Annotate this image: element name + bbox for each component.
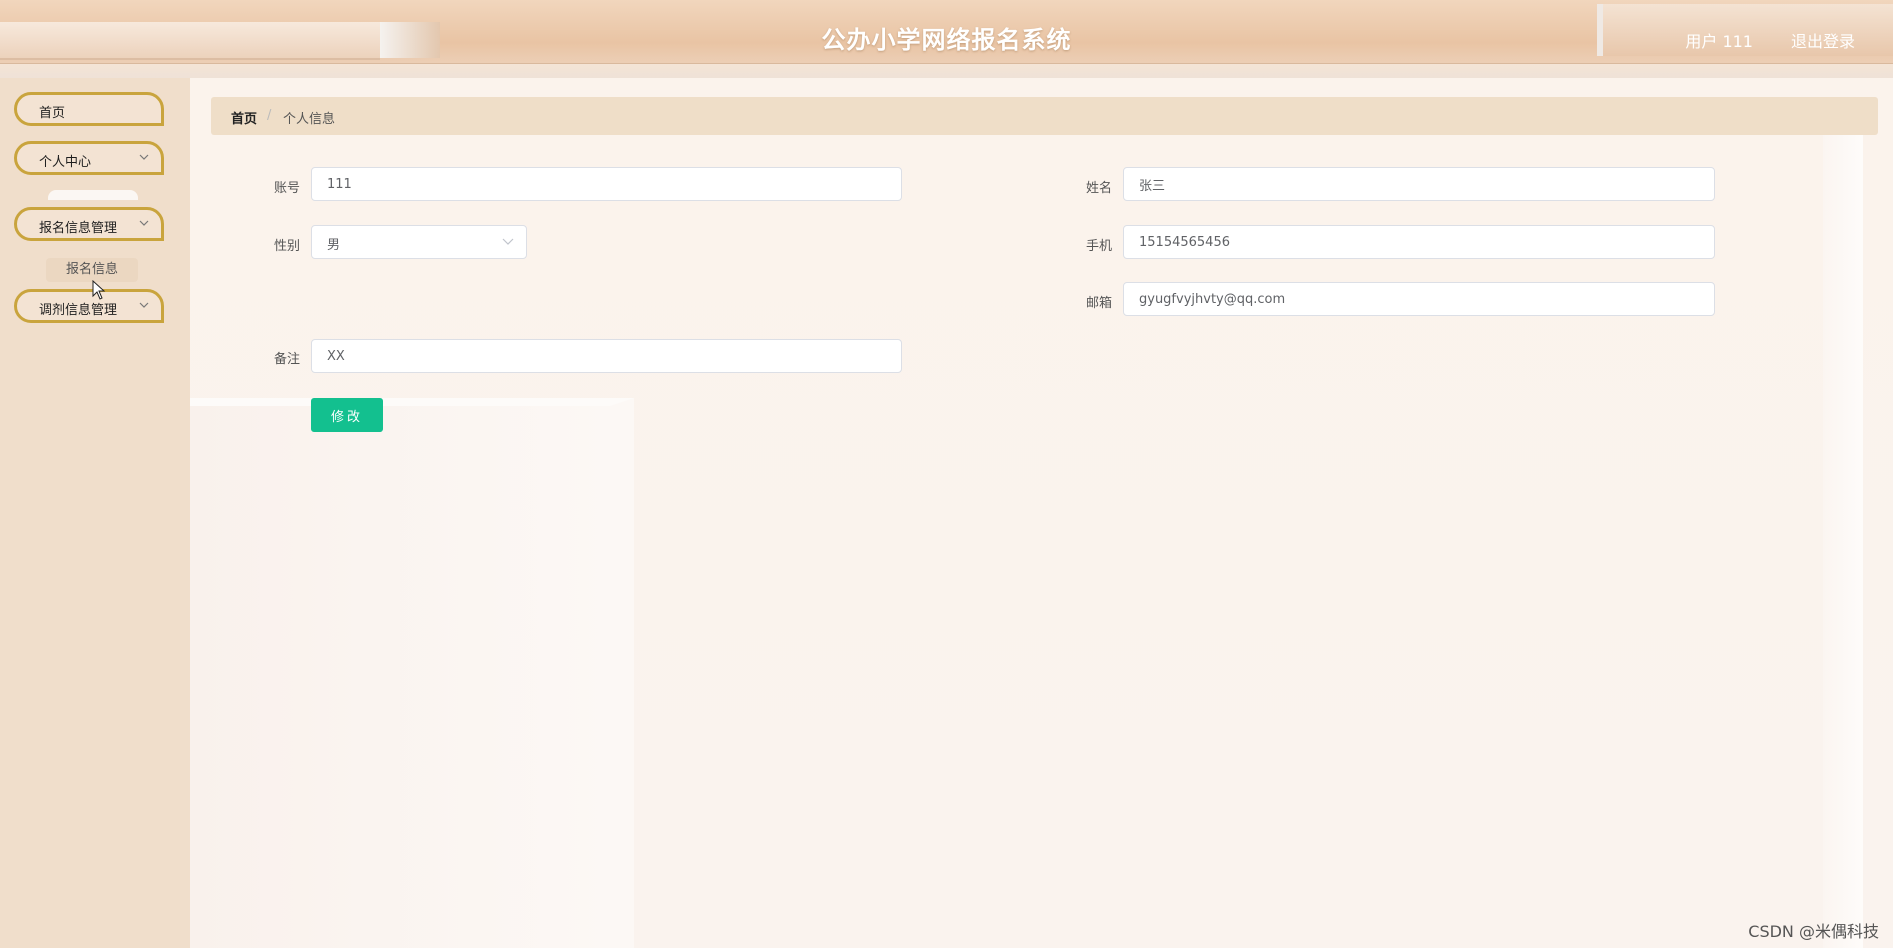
name-label: 姓名 (1085, 181, 1112, 196)
background-decoration (1823, 118, 1863, 948)
remark-label: 备注 (273, 352, 300, 367)
sidebar-item-label: 个人中心 (39, 155, 92, 170)
top-header: 公办小学网络报名系统 用户 111 退出登录 (0, 0, 1893, 78)
sidebar-item-adjustment-management[interactable]: 调剂信息管理 (14, 289, 164, 323)
chevron-down-icon (139, 152, 149, 165)
breadcrumb-separator: / (267, 108, 272, 123)
chevron-down-icon (139, 300, 149, 313)
sidebar-item-registration-management[interactable]: 报名信息管理 (14, 207, 164, 241)
breadcrumb-home[interactable]: 首页 (231, 108, 257, 127)
current-user-label: 用户 111 (1685, 32, 1753, 51)
gender-select-value: 男 (327, 238, 341, 253)
sidebar: 首页 个人中心 报名信息管理 报名信息 调剂信息管理 (0, 78, 190, 948)
modify-button[interactable]: 修改 (311, 398, 383, 432)
header-decoration (0, 63, 1893, 78)
breadcrumb-current: 个人信息 (283, 112, 336, 127)
gender-select[interactable]: 男 (311, 225, 527, 259)
account-input[interactable] (311, 167, 902, 201)
sidebar-item-label: 调剂信息管理 (39, 303, 118, 318)
submenu-indicator (48, 190, 138, 200)
sidebar-item-personal-center[interactable]: 个人中心 (14, 141, 164, 175)
email-input[interactable] (1123, 282, 1715, 316)
sidebar-item-label: 报名信息管理 (39, 221, 118, 236)
sidebar-subitem-registration-info[interactable]: 报名信息 (46, 258, 138, 282)
breadcrumb: 首页 / 个人信息 (211, 97, 1878, 135)
main-content: 首页 / 个人信息 账号 姓名 性别 男 手机 邮箱 备注 修改 (190, 78, 1893, 948)
gender-label: 性别 (273, 239, 300, 254)
phone-label: 手机 (1085, 239, 1112, 254)
mouse-cursor-icon (92, 279, 106, 300)
name-input[interactable] (1123, 167, 1715, 201)
chevron-down-icon (502, 235, 514, 250)
watermark: CSDN @米偶科技 (1748, 922, 1879, 941)
background-decoration (190, 398, 634, 948)
chevron-down-icon (139, 218, 149, 231)
account-label: 账号 (273, 181, 300, 196)
sidebar-item-label: 首页 (39, 106, 66, 121)
remark-input[interactable] (311, 339, 902, 373)
email-label: 邮箱 (1085, 296, 1112, 311)
phone-input[interactable] (1123, 225, 1715, 259)
sidebar-item-home[interactable]: 首页 (14, 92, 164, 126)
logout-link[interactable]: 退出登录 (1791, 28, 1855, 52)
app-title: 公办小学网络报名系统 (821, 26, 1072, 54)
